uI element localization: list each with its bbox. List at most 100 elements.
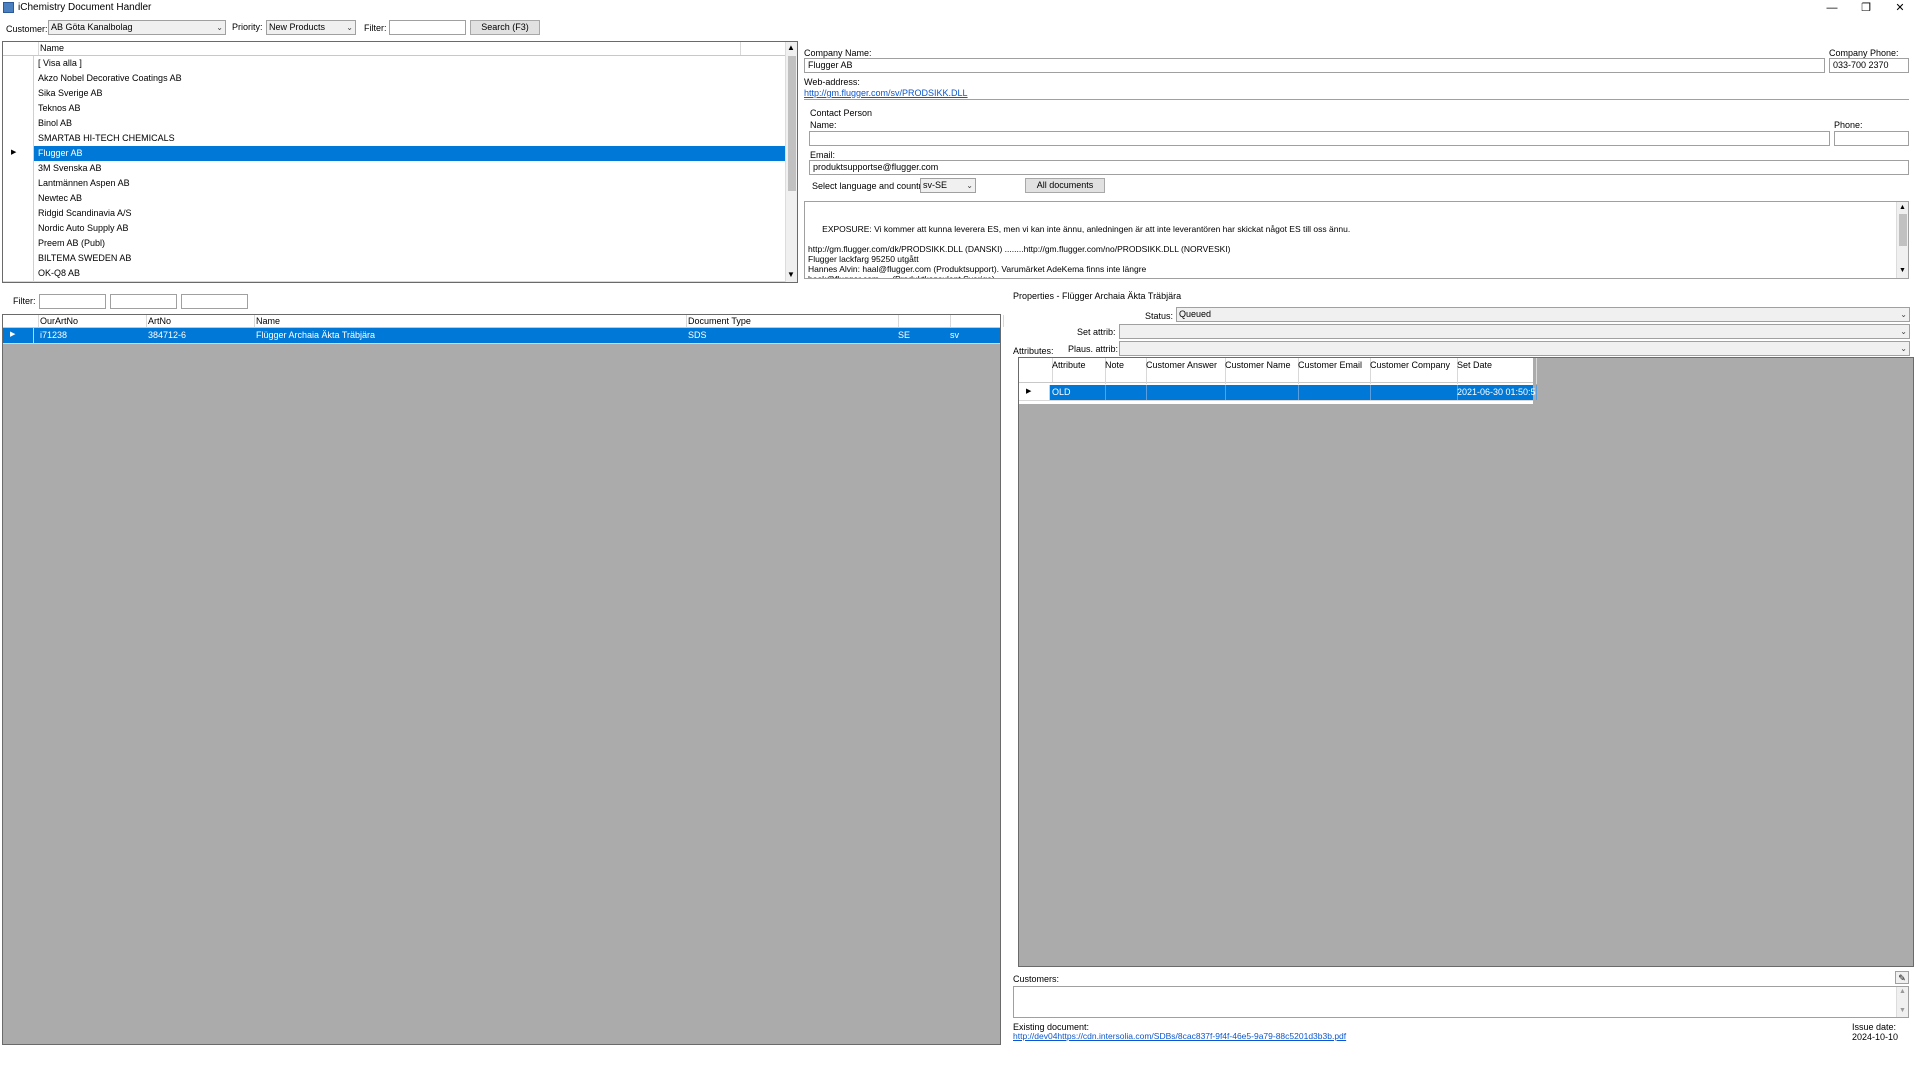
product-filter-1[interactable] <box>39 294 106 309</box>
attributes-column-header[interactable]: Customer Company <box>1367 358 1458 384</box>
attribute-row[interactable]: ▶ OLD 2021-06-30 01:50:54 <box>1019 385 1537 401</box>
product-header-corner <box>3 315 39 327</box>
product-column-header[interactable] <box>895 315 951 327</box>
product-cell-doc-type: SDS <box>688 330 707 340</box>
email-field[interactable]: produktsupportse@flugger.com <box>809 160 1909 175</box>
company-notes[interactable]: EXPOSURE: Vi kommer att kunna leverera E… <box>804 201 1909 279</box>
company-row[interactable]: Akzo Nobel Decorative Coatings AB <box>3 71 785 87</box>
row-header[interactable] <box>3 116 34 131</box>
row-header[interactable]: ▶ <box>1019 385 1050 400</box>
product-filter-2[interactable] <box>110 294 177 309</box>
scroll-thumb[interactable] <box>788 56 796 191</box>
attributes-rows: ▶ OLD 2021-06-30 01:50:54 <box>1019 383 1537 404</box>
company-row[interactable]: Nordic Auto Supply AB <box>3 221 785 237</box>
product-rows: ▶ i71238 384712-6 Flügger Archaia Äkta Träb… <box>3 328 1000 368</box>
company-row[interactable]: ▶ Flugger AB <box>3 146 785 162</box>
customers-scrollbar[interactable]: ▲ ▼ <box>1896 987 1908 1017</box>
status-select[interactable]: Queued ⌄ <box>1176 307 1910 322</box>
scroll-up-icon[interactable]: ▲ <box>1899 203 1906 213</box>
current-row-icon: ▶ <box>10 331 16 338</box>
product-cell-name: Flügger Archaia Äkta Träbjära <box>256 330 376 340</box>
scroll-up-icon[interactable]: ▲ <box>787 43 795 52</box>
company-phone-field[interactable]: 033-700 2370 <box>1829 58 1909 73</box>
attribute-cell-cname <box>1223 385 1299 400</box>
row-header[interactable] <box>3 236 34 251</box>
restore-icon[interactable]: ❐ <box>1850 0 1882 16</box>
company-row[interactable]: Newtec AB <box>3 191 785 207</box>
scroll-down-icon[interactable]: ▼ <box>1899 1007 1906 1014</box>
company-row[interactable]: SMARTAB HI-TECH CHEMICALS <box>3 131 785 147</box>
scroll-down-icon[interactable]: ▼ <box>1899 266 1906 276</box>
product-column-header[interactable]: Name <box>253 315 687 327</box>
company-row[interactable]: Lantmännen Aspen AB <box>3 176 785 192</box>
web-address-link[interactable]: http://gm.flugger.com/sv/PRODSIKK.DLL <box>804 88 1909 100</box>
attributes-column-header[interactable]: Attribute <box>1049 358 1106 384</box>
company-row[interactable]: OK-Q8 AB <box>3 266 785 282</box>
contact-name-field[interactable] <box>809 131 1830 146</box>
notes-scrollbar[interactable]: ▲ ▼ <box>1896 202 1908 278</box>
product-column-header[interactable]: OurArtNo <box>37 315 147 327</box>
window-title: iChemistry Document Handler <box>18 2 152 13</box>
row-header[interactable] <box>3 161 34 176</box>
attributes-column-header[interactable]: Set Date <box>1454 358 1537 384</box>
row-header[interactable] <box>3 56 34 71</box>
row-header[interactable] <box>3 251 34 266</box>
company-row[interactable]: BILTEMA SWEDEN AB <box>3 251 785 267</box>
attributes-column-header[interactable]: Note <box>1102 358 1147 384</box>
row-header[interactable] <box>3 101 34 116</box>
row-header[interactable]: ▶ <box>3 328 34 343</box>
product-column-header[interactable]: Document Type <box>685 315 899 327</box>
company-name-field[interactable]: Flugger AB <box>804 58 1825 73</box>
attributes-column-header[interactable]: Customer Name <box>1222 358 1299 384</box>
all-documents-button[interactable]: All documents <box>1025 178 1105 193</box>
scroll-up-icon[interactable]: ▲ <box>1899 988 1906 995</box>
filter-input[interactable] <box>389 20 466 35</box>
customers-list[interactable]: ▲ ▼ <box>1013 986 1909 1018</box>
scroll-down-icon[interactable]: ▼ <box>787 270 795 279</box>
product-column-header[interactable] <box>947 315 1004 327</box>
company-row[interactable]: Teknos AB <box>3 101 785 117</box>
product-grid: OurArtNo ArtNo Name Document Type ▶ i71238 38… <box>2 314 1004 1045</box>
product-row[interactable]: ▶ i71238 384712-6 Flügger Archaia Äkta Träb… <box>3 328 1000 344</box>
add-customer-icon[interactable]: ✎ <box>1895 971 1909 984</box>
company-row[interactable]: 3M Svenska AB <box>3 161 785 177</box>
search-button[interactable]: Search (F3) <box>470 20 540 35</box>
priority-select[interactable]: New Products ⌄ <box>266 20 356 35</box>
close-icon[interactable]: ✕ <box>1884 0 1916 16</box>
row-header[interactable] <box>3 176 34 191</box>
minimize-icon[interactable]: — <box>1816 0 1848 16</box>
plaus-attrib-select[interactable]: ⌄ <box>1119 341 1910 356</box>
company-row[interactable]: Binol AB <box>3 116 785 132</box>
row-header[interactable] <box>3 191 34 206</box>
issue-date-label: Issue date: <box>1852 1022 1897 1032</box>
language-select[interactable]: sv-SE ⌄ <box>920 178 976 193</box>
attributes-header: Attribute Note Customer Answer Customer Nam… <box>1019 358 1537 384</box>
company-row[interactable]: Preem AB (Publ) <box>3 236 785 252</box>
product-grid-header: OurArtNo ArtNo Name Document Type <box>3 315 1004 328</box>
product-filter-3[interactable] <box>181 294 248 309</box>
row-header[interactable] <box>3 221 34 236</box>
row-header[interactable] <box>3 71 34 86</box>
contact-phone-field[interactable] <box>1834 131 1909 146</box>
company-name-cell: Sika Sverige AB <box>38 88 103 98</box>
company-row[interactable]: Sika Sverige AB <box>3 86 785 102</box>
attributes-column-header[interactable]: Customer Answer <box>1143 358 1226 384</box>
set-attrib-select[interactable]: ⌄ <box>1119 324 1910 339</box>
company-list-scrollbar[interactable]: ▲ ▼ <box>785 42 797 282</box>
row-header[interactable]: ▶ <box>3 146 34 161</box>
row-header[interactable] <box>3 86 34 101</box>
column-header-name[interactable]: Name <box>37 42 741 55</box>
customer-select[interactable]: AB Göta Kanalbolag ⌄ <box>48 20 226 35</box>
product-column-header[interactable]: ArtNo <box>145 315 255 327</box>
company-name-cell: 3M Svenska AB <box>38 163 102 173</box>
attributes-column-header[interactable]: Customer Email <box>1295 358 1371 384</box>
existing-document-link[interactable]: http://dev04https://cdn.intersolia.com/S… <box>1013 1031 1346 1041</box>
row-header[interactable] <box>3 131 34 146</box>
company-row[interactable]: Ridgid Scandinavia A/S <box>3 206 785 222</box>
current-row-icon: ▶ <box>1026 388 1032 395</box>
row-header[interactable] <box>3 266 34 281</box>
scroll-thumb[interactable] <box>1899 214 1907 246</box>
company-row[interactable]: [ Visa alla ] <box>3 56 785 72</box>
attribute-cell-attribute: OLD <box>1050 385 1106 400</box>
row-header[interactable] <box>3 206 34 221</box>
